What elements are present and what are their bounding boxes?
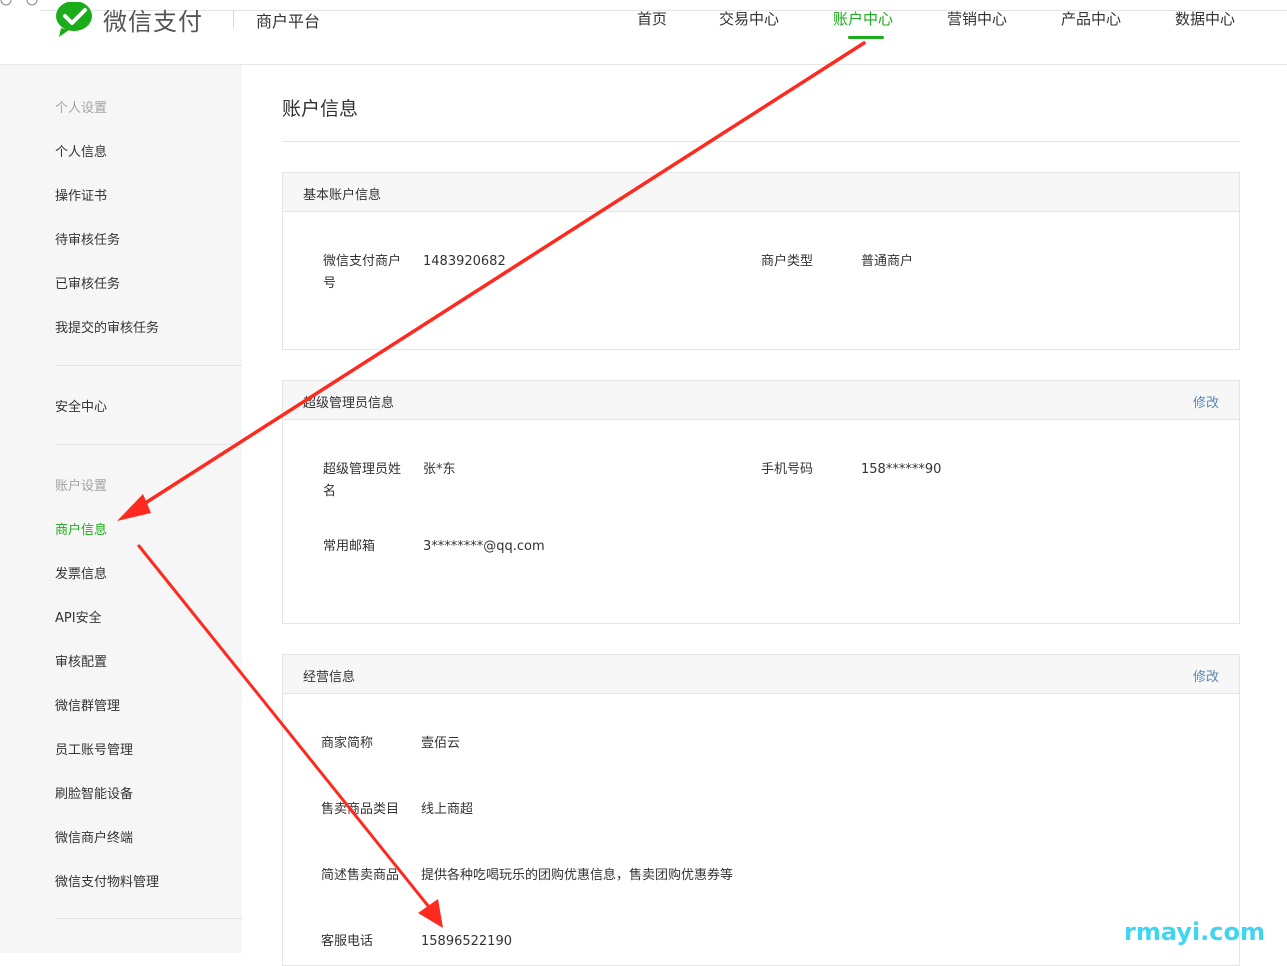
sidebar-item-security[interactable]: 安全中心 — [55, 396, 107, 415]
sidebar: 个人设置 个人信息 操作证书 待审核任务 已审核任务 我提交的审核任务 安全中心… — [0, 65, 242, 953]
panel-header: 经营信息 修改 — [283, 655, 1239, 694]
service-phone-label: 客服电话 — [321, 934, 374, 949]
panel-header: 超级管理员信息 修改 — [283, 381, 1239, 420]
basic-account-panel: 基本账户信息 微信支付商户号 1483920682 商户类型 普通商户 — [282, 172, 1240, 350]
watermark: rmayi.com — [1124, 918, 1266, 946]
description-label: 简述售卖商品 — [321, 868, 400, 883]
admin-info-panel: 超级管理员信息 修改 超级管理员姓名 张*东 手机号码 158******90 … — [282, 380, 1240, 624]
sidebar-item-wechat-group[interactable]: 微信群管理 — [55, 695, 120, 714]
panel-title: 超级管理员信息 — [303, 396, 395, 411]
nav-home[interactable]: 首页 — [637, 8, 667, 29]
wechat-pay-logo-icon[interactable] — [55, 2, 95, 38]
sidebar-group-account: 账户设置 — [55, 479, 108, 494]
sidebar-item-face-devices[interactable]: 刷脸智能设备 — [55, 783, 133, 802]
sidebar-separator — [55, 365, 242, 366]
merchant-id-label: 微信支付商户号 — [323, 254, 402, 291]
title-divider — [282, 141, 1240, 142]
merchant-id-value: 1483920682 — [423, 254, 506, 269]
sidebar-item-certificate[interactable]: 操作证书 — [55, 185, 107, 204]
sidebar-item-invoice[interactable]: 发票信息 — [55, 563, 107, 582]
nav-trade-center[interactable]: 交易中心 — [719, 8, 779, 29]
nav-data-center[interactable]: 数据中心 — [1175, 8, 1235, 29]
service-phone-value: 15896522190 — [421, 934, 512, 949]
merchant-type-label: 商户类型 — [761, 254, 814, 269]
business-info-panel: 经营信息 修改 商家简称 壹佰云 售卖商品类目 线上商超 简述售卖商品 提供各种… — [282, 654, 1240, 966]
phone-label: 手机号码 — [761, 462, 814, 477]
sidebar-item-review-config[interactable]: 审核配置 — [55, 651, 107, 670]
nav-product-center[interactable]: 产品中心 — [1061, 8, 1121, 29]
email-value: 3********@qq.com — [423, 539, 545, 554]
admin-name-value: 张*东 — [423, 462, 456, 477]
panel-title: 经营信息 — [303, 670, 356, 685]
merchant-type-value: 普通商户 — [861, 254, 914, 269]
category-label: 售卖商品类目 — [321, 802, 400, 817]
edit-admin-button[interactable]: 修改 — [1193, 392, 1219, 411]
logo-text[interactable]: 微信支付 — [103, 2, 203, 37]
sidebar-item-my-submitted[interactable]: 我提交的审核任务 — [55, 317, 159, 336]
sidebar-item-merchant-info[interactable]: 商户信息 — [55, 519, 107, 538]
sidebar-item-personal-info[interactable]: 个人信息 — [55, 141, 107, 160]
panel-title: 基本账户信息 — [303, 188, 382, 203]
email-label: 常用邮箱 — [323, 539, 376, 554]
panel-header: 基本账户信息 — [283, 173, 1239, 212]
sidebar-item-pending-review[interactable]: 待审核任务 — [55, 229, 120, 248]
page-title: 账户信息 — [282, 98, 359, 120]
sidebar-item-staff-accounts[interactable]: 员工账号管理 — [55, 739, 133, 758]
sidebar-group-personal: 个人设置 — [55, 101, 108, 116]
globe-icon — [0, 0, 38, 6]
category-value: 线上商超 — [421, 802, 474, 817]
sidebar-item-merchant-terminal[interactable]: 微信商户终端 — [55, 827, 133, 846]
phone-value: 158******90 — [861, 462, 942, 477]
admin-name-label: 超级管理员姓名 — [323, 462, 402, 499]
top-header: 微信支付 商户平台 首页 交易中心 账户中心 营销中心 产品中心 数据中心 — [0, 0, 1287, 65]
nav-marketing-center[interactable]: 营销中心 — [947, 8, 1007, 29]
edit-business-button[interactable]: 修改 — [1193, 666, 1219, 685]
sidebar-separator — [55, 444, 242, 445]
platform-name: 商户平台 — [256, 12, 321, 31]
nav-active-indicator — [848, 36, 884, 39]
logo-divider — [233, 10, 234, 28]
short-name-label: 商家简称 — [321, 736, 374, 751]
corner-icons — [0, 0, 40, 11]
nav-account-center[interactable]: 账户中心 — [833, 8, 893, 29]
sidebar-item-api-security[interactable]: API安全 — [55, 607, 102, 626]
sidebar-separator — [55, 918, 242, 919]
sidebar-item-reviewed[interactable]: 已审核任务 — [55, 273, 120, 292]
sidebar-item-materials[interactable]: 微信支付物料管理 — [55, 871, 159, 890]
description-value: 提供各种吃喝玩乐的团购优惠信息，售卖团购优惠券等 — [421, 868, 734, 883]
short-name-value: 壹佰云 — [421, 736, 461, 751]
